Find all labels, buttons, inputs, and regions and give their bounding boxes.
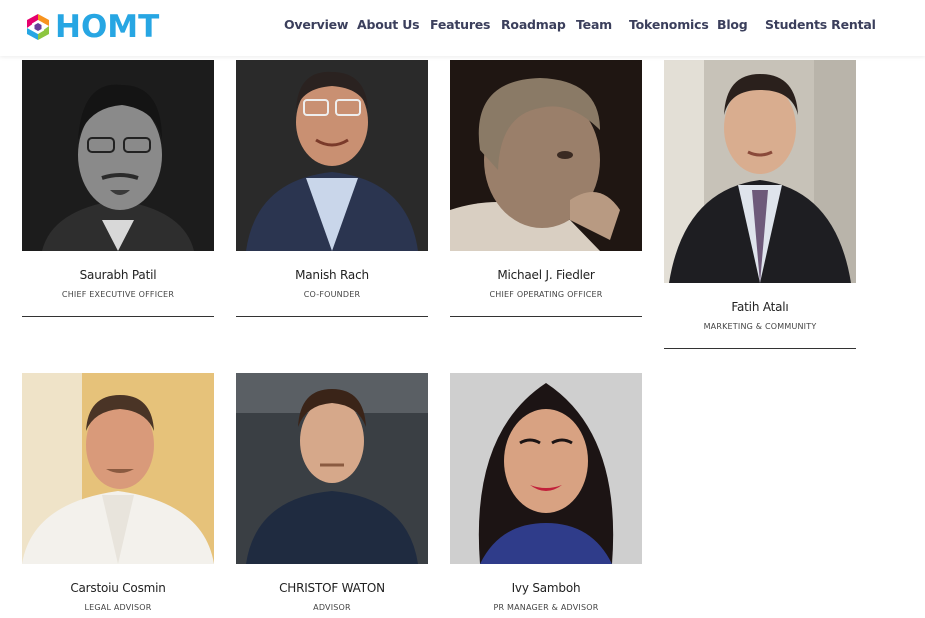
team-card: Michael J. Fiedler CHIEF OPERATING OFFIC… <box>450 60 642 317</box>
member-role: PR MANAGER & ADVISOR <box>493 603 599 612</box>
team-card: Saurabh Patil CHIEF EXECUTIVE OFFICER <box>22 60 214 317</box>
team-card: Fatih Atalı MARKETING & COMMUNITY <box>664 60 856 349</box>
member-name: Michael J. Fiedler <box>497 268 595 282</box>
team-card: Manish Rach CO-FOUNDER <box>236 60 428 317</box>
nav-team[interactable]: Team <box>576 17 612 32</box>
member-photo <box>450 60 642 251</box>
card-divider <box>236 316 428 317</box>
member-role: ADVISOR <box>313 603 351 612</box>
member-photo <box>664 60 856 283</box>
member-role: MARKETING & COMMUNITY <box>703 322 817 331</box>
nav-roadmap[interactable]: Roadmap <box>501 17 566 32</box>
card-divider <box>22 316 214 317</box>
member-role: CHIEF EXECUTIVE OFFICER <box>61 290 175 299</box>
nav-students-rental[interactable]: Students Rental <box>765 17 876 32</box>
member-photo <box>236 373 428 564</box>
team-card: Ivy Samboh PR MANAGER & ADVISOR <box>450 373 642 612</box>
member-name: Saurabh Patil <box>79 268 157 282</box>
member-role: LEGAL ADVISOR <box>84 603 152 612</box>
nav-about-us[interactable]: About Us <box>357 17 420 32</box>
member-name: Carstoiu Cosmin <box>70 581 166 595</box>
member-photo <box>22 60 214 251</box>
team-card: Carstoiu Cosmin LEGAL ADVISOR <box>22 373 214 612</box>
nav-features[interactable]: Features <box>430 17 491 32</box>
member-photo <box>22 373 214 564</box>
nav-tokenomics[interactable]: Tokenomics <box>629 17 709 32</box>
team-card: CHRISTOF WATON ADVISOR <box>236 373 428 612</box>
card-divider <box>664 348 856 349</box>
member-role: CHIEF OPERATING OFFICER <box>489 290 603 299</box>
card-divider <box>450 316 642 317</box>
member-name: CHRISTOF WATON <box>279 581 385 595</box>
member-name: Fatih Atalı <box>731 300 789 314</box>
member-photo <box>236 60 428 251</box>
member-name: Manish Rach <box>295 268 369 282</box>
nav-overview[interactable]: Overview <box>284 17 348 32</box>
main-nav: Overview About Us Features Roadmap Team … <box>0 17 925 37</box>
nav-blog[interactable]: Blog <box>717 17 748 32</box>
member-name: Ivy Samboh <box>511 581 581 595</box>
member-role: CO-FOUNDER <box>303 290 361 299</box>
member-photo <box>450 373 642 564</box>
site-header: HOMT Overview About Us Features Roadmap … <box>0 0 925 56</box>
